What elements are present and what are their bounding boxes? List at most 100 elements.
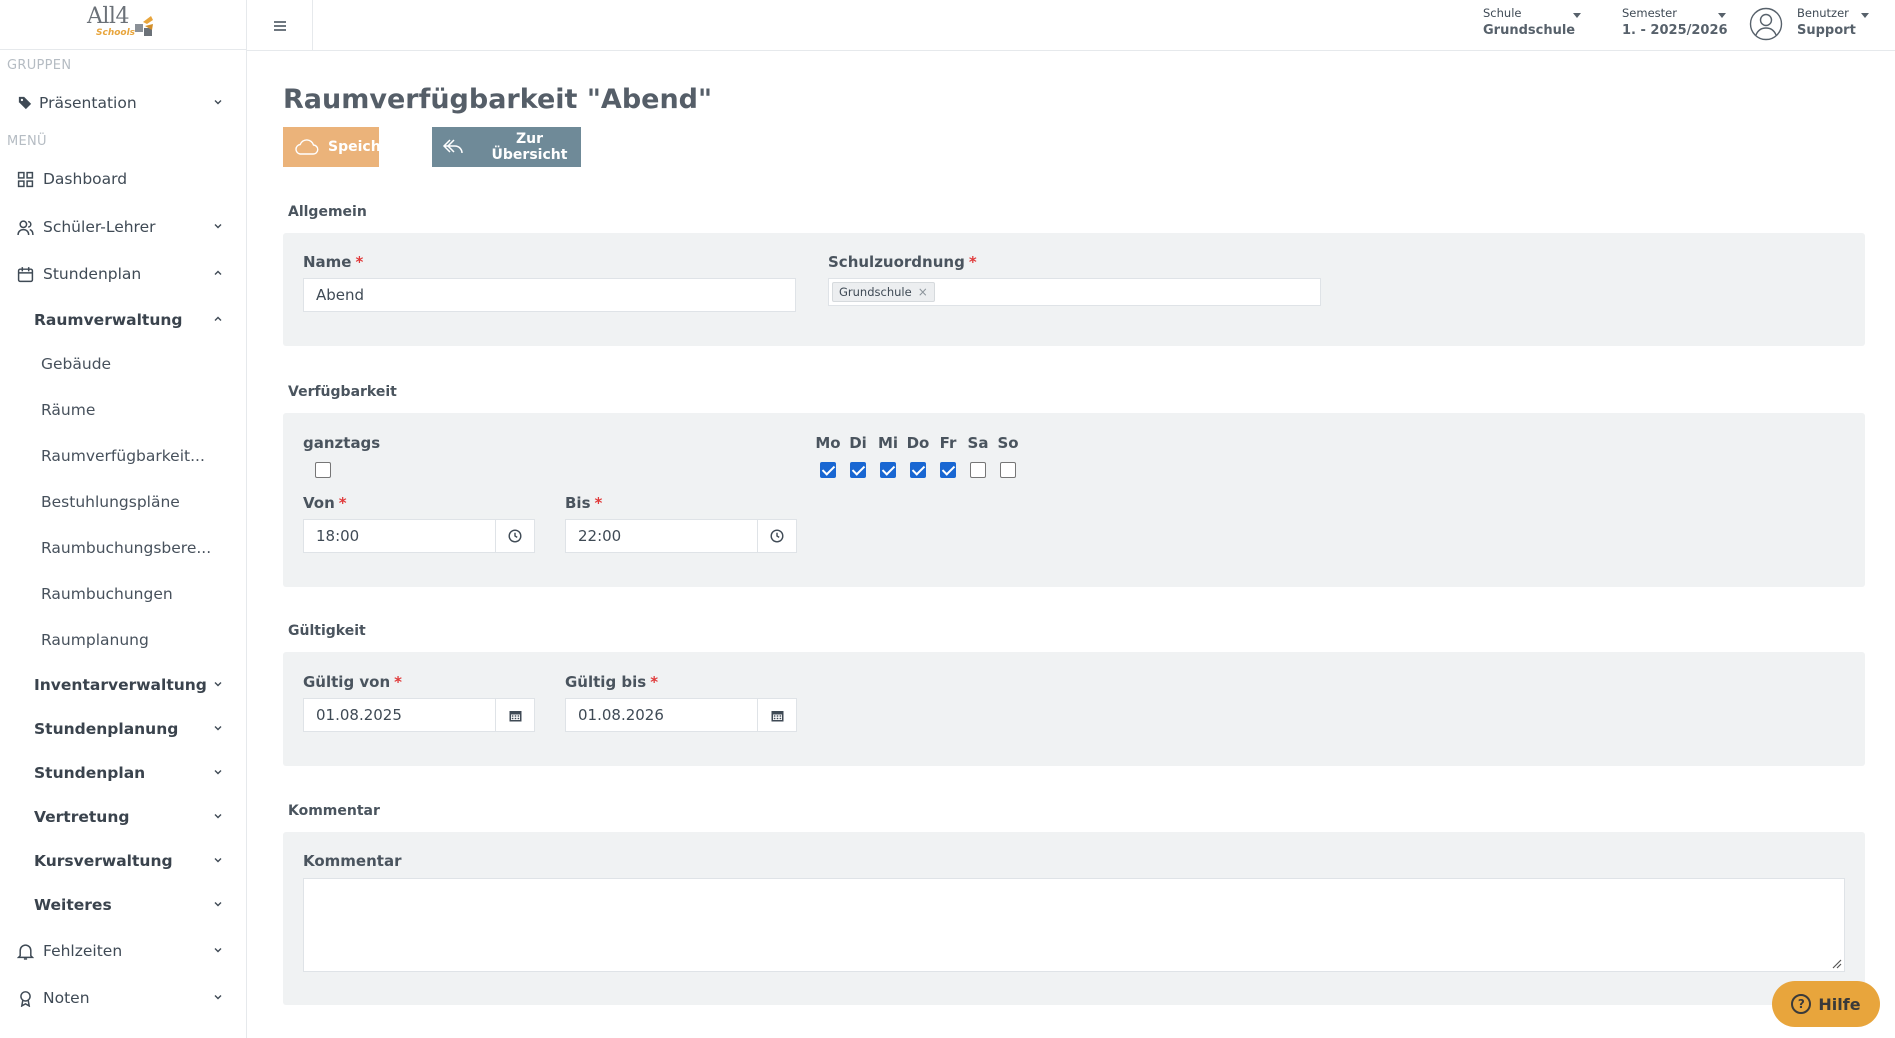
valid-to-value: 01.08.2026 [578, 706, 664, 724]
valid-to-input[interactable]: 01.08.2026 [565, 698, 797, 732]
valid-to-label: Gültig bis * [565, 673, 659, 691]
sidebar-item-stundenplan-sub[interactable]: Stundenplan [0, 756, 246, 790]
sidebar-item-raumverwaltung[interactable]: Raumverwaltung [0, 303, 246, 337]
back-button-label: Zur Übersicht [491, 131, 568, 163]
day-checkbox-so[interactable] [1000, 462, 1016, 478]
user-value: Support [1797, 23, 1856, 38]
sidebar-item-label: Raumplanung [41, 631, 149, 649]
semester-caption: Semester [1622, 6, 1677, 20]
day-checkbox-mo[interactable] [820, 462, 836, 478]
section-title-availability: Verfügbarkeit [288, 384, 397, 400]
section-title-comment: Kommentar [288, 803, 380, 819]
caret-down-icon [1861, 13, 1869, 18]
sidebar-item-label: Räume [41, 401, 96, 419]
day-label-mo: Mo [815, 434, 841, 452]
hamburger-icon [273, 20, 286, 31]
sidebar-item-label: Noten [43, 989, 90, 1007]
sidebar-item-label: Raumverwaltung [34, 311, 183, 329]
sidebar-item-label: Weiteres [34, 896, 112, 914]
school-selector[interactable]: Schule Grundschule [1483, 6, 1575, 38]
calendar-icon [17, 266, 34, 282]
school-assignment-select[interactable]: Grundschule × [828, 278, 1321, 306]
sidebar-item-label: Vertretung [34, 808, 130, 826]
sidebar-item-label: Raumbuchungsbere... [41, 539, 212, 557]
sidebar-item-gebaeude[interactable]: Gebäude [0, 347, 246, 381]
sidebar-item-weiteres[interactable]: Weiteres [0, 888, 246, 922]
help-button[interactable]: ? Hilfe [1772, 981, 1880, 1027]
sidebar-item-inventarverwaltung[interactable]: Inventarverwaltung [0, 668, 246, 702]
page-title: Raumverfügbarkeit "Abend" [283, 84, 713, 115]
section-title-validity: Gültigkeit [288, 623, 366, 639]
reply-icon [442, 139, 463, 154]
from-time-picker-button[interactable] [495, 519, 535, 553]
menu-toggle-button[interactable] [247, 0, 313, 51]
cloud-icon [295, 139, 319, 155]
day-checkbox-do[interactable] [910, 462, 926, 478]
sidebar: All4 Schools GRUPPEN Präsentation MENÜ D… [0, 0, 247, 1038]
back-to-overview-button[interactable]: Zur Übersicht [432, 127, 581, 167]
allday-checkbox[interactable] [315, 462, 331, 478]
sidebar-item-label: Inventarverwaltung [34, 676, 207, 694]
chevron-up-icon [214, 316, 222, 321]
sidebar-item-raeume[interactable]: Räume [0, 393, 246, 427]
valid-from-datepicker-button[interactable] [495, 698, 535, 732]
allday-label: ganztags [303, 434, 381, 452]
sidebar-item-label: Raumbuchungen [41, 585, 173, 603]
sidebar-item-raumbuchungen[interactable]: Raumbuchungen [0, 577, 246, 611]
day-checkbox-sa[interactable] [970, 462, 986, 478]
valid-from-input[interactable]: 01.08.2025 [303, 698, 535, 732]
valid-to-datepicker-button[interactable] [757, 698, 797, 732]
day-checkbox-mi[interactable] [880, 462, 896, 478]
avatar-icon[interactable] [1749, 7, 1783, 41]
sidebar-item-kursverwaltung[interactable]: Kursverwaltung [0, 844, 246, 878]
name-input[interactable]: Abend [303, 278, 796, 312]
from-time-input[interactable]: 18:00 [303, 519, 535, 553]
sidebar-group-label: GRUPPEN [7, 58, 72, 73]
sidebar-item-schueler-lehrer[interactable]: Schüler-Lehrer [0, 210, 246, 244]
from-time-value: 18:00 [316, 527, 360, 545]
award-icon [20, 990, 31, 1007]
chevron-down-icon [214, 948, 222, 953]
chevron-down-icon [214, 224, 222, 229]
sidebar-item-vertretung[interactable]: Vertretung [0, 800, 246, 834]
sidebar-item-bestuhlungsplaene[interactable]: Bestuhlungspläne [0, 485, 246, 519]
sidebar-item-dashboard[interactable]: Dashboard [0, 162, 246, 196]
semester-selector[interactable]: Semester 1. - 2025/2026 [1622, 6, 1728, 38]
save-button[interactable]: Speichern [283, 127, 407, 167]
sidebar-item-praesentation[interactable]: Präsentation [0, 86, 246, 120]
user-caption: Benutzer [1797, 6, 1849, 20]
sidebar-item-raumverfuegbarkeit[interactable]: Raumverfügbarkeit... [0, 439, 246, 473]
to-time-input[interactable]: 22:00 [565, 519, 797, 553]
bell-icon [17, 943, 34, 960]
logo[interactable]: All4 Schools [0, 0, 246, 50]
grid-icon [17, 171, 34, 187]
chevron-down-icon [214, 770, 222, 775]
day-label-fr: Fr [939, 434, 957, 452]
logo-mark-icon [135, 16, 153, 36]
chevron-up-icon [214, 270, 222, 275]
main-content: Raumverfügbarkeit "Abend" Speichern Zur … [247, 51, 1895, 1038]
sidebar-item-noten[interactable]: Noten [0, 981, 246, 1015]
sidebar-item-stundenplan[interactable]: Stundenplan [0, 257, 246, 291]
caret-down-icon [1573, 13, 1581, 18]
user-menu[interactable]: Benutzer Support [1797, 6, 1856, 38]
resize-handle-icon[interactable] [1830, 957, 1842, 969]
help-icon: ? [1791, 994, 1812, 1014]
sidebar-item-fehlzeiten[interactable]: Fehlzeiten [0, 934, 246, 968]
sidebar-item-raumbuchungsbereiche[interactable]: Raumbuchungsbere... [0, 531, 246, 565]
calendar-icon [771, 710, 783, 721]
to-time-picker-button[interactable] [757, 519, 797, 553]
comment-textarea[interactable] [303, 878, 1845, 972]
day-checkbox-fr[interactable] [940, 462, 956, 478]
sidebar-item-raumplanung[interactable]: Raumplanung [0, 623, 246, 657]
chevron-down-icon [214, 995, 222, 1000]
sidebar-item-stundenplanung[interactable]: Stundenplanung [0, 712, 246, 746]
sidebar-item-label: Fehlzeiten [43, 942, 123, 960]
day-checkbox-di[interactable] [850, 462, 866, 478]
sidebar-item-label: Stundenplan [34, 764, 146, 782]
caret-down-icon [1718, 13, 1726, 18]
remove-tag-icon[interactable]: × [918, 285, 928, 299]
section-title-general: Allgemein [288, 204, 367, 220]
sidebar-item-label: Gebäude [41, 355, 112, 373]
chevron-down-icon [214, 726, 222, 731]
